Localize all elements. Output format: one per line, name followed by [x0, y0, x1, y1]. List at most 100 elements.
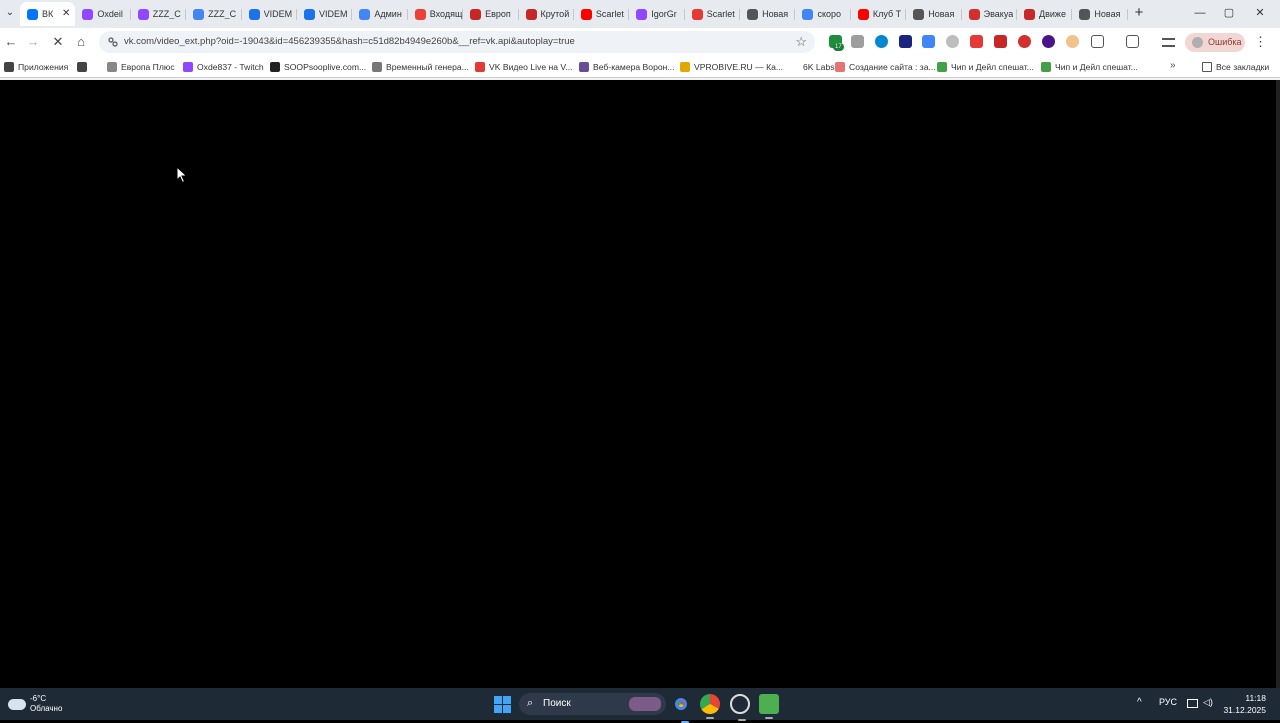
address-bar[interactable]: vk.com/video_ext.php?oid=-19043&id=45623… — [99, 31, 815, 53]
mail-icon — [372, 62, 382, 72]
cloud-icon — [8, 698, 26, 710]
tab-title: Админ — [374, 9, 402, 19]
bookmark-item[interactable]: Oxde837 - Twitch — [183, 60, 264, 74]
apps-icon — [4, 62, 14, 72]
vk-video-icon — [691, 8, 703, 20]
scrollbar[interactable] — [1276, 80, 1280, 688]
bookmark-item[interactable]: Веб-камера Ворон... — [579, 60, 675, 74]
bookmark-item[interactable]: SOOPsooplive.com... — [270, 60, 366, 74]
gmail-icon — [414, 8, 426, 20]
all-bookmarks-folder[interactable]: Все закладки — [1202, 60, 1269, 74]
tab[interactable]: Новая — [1072, 2, 1128, 26]
media-controls-icon[interactable] — [1162, 38, 1175, 47]
bookmark-item[interactable]: Временный генера... — [372, 60, 469, 74]
tab[interactable]: ВК ✕ — [20, 2, 76, 26]
windows-taskbar: -6°C Облачно ⌕ Поиск ^ РУС ◁) 11:18 31.1… — [0, 688, 1280, 723]
tab[interactable]: Европ — [463, 2, 519, 26]
bookmark-item[interactable]: Создание сайта : за... — [835, 60, 936, 74]
screenshot-icon[interactable] — [1126, 35, 1139, 48]
tab[interactable]: VIDEM — [297, 2, 353, 26]
tab-title: IgorGr — [651, 9, 677, 19]
home-button[interactable]: ⌂ — [72, 33, 90, 51]
obs-taskbar-icon[interactable] — [730, 694, 750, 721]
tray-overflow-icon[interactable]: ^ — [1137, 697, 1142, 708]
tab[interactable]: Новая — [740, 2, 796, 26]
site-icon — [835, 62, 845, 72]
chrome-taskbar-icon[interactable] — [671, 694, 691, 723]
tab[interactable]: ZZZ_C — [186, 2, 242, 26]
google-icon — [359, 8, 371, 20]
extension-icon[interactable] — [899, 35, 912, 48]
back-button[interactable]: ← — [2, 33, 20, 51]
tab[interactable]: Крутой — [519, 2, 574, 26]
tab-search-button[interactable]: ⌄ — [2, 5, 18, 21]
browser-menu-button[interactable]: ⋮ — [1254, 33, 1267, 51]
tab[interactable]: Движе — [1017, 2, 1073, 26]
chrome-taskbar-icon[interactable] — [700, 694, 720, 719]
close-tab-icon[interactable]: ✕ — [62, 8, 70, 19]
extension-icon[interactable] — [946, 35, 959, 48]
bookmark-label: VPROBIVE.RU — Ка... — [694, 62, 784, 72]
tab[interactable]: Клуб Т — [851, 2, 907, 26]
globe-icon — [1079, 8, 1091, 20]
bookmark-item[interactable] — [77, 60, 91, 74]
tab[interactable]: VIDEM — [242, 2, 297, 26]
grid-icon — [77, 62, 87, 72]
bookmark-item[interactable]: 6K Labs — [789, 60, 835, 74]
profile-error-button[interactable]: Ошибка — [1185, 33, 1245, 52]
extension-icon[interactable] — [875, 35, 888, 48]
tab-title: Новая — [1094, 9, 1121, 19]
extension-icon[interactable] — [970, 35, 983, 48]
search-highlight-image — [629, 697, 661, 711]
extension-icon[interactable] — [1042, 35, 1055, 48]
tab-title: скоро — [817, 9, 842, 19]
tab-title: Новая — [762, 9, 789, 19]
extensions-puzzle-icon[interactable] — [1091, 35, 1104, 48]
tab[interactable]: Scarlet — [574, 2, 630, 26]
pdf-extension-icon[interactable] — [994, 35, 1007, 48]
translate-icon[interactable] — [922, 35, 935, 48]
close-window-button[interactable]: ✕ — [1245, 4, 1275, 22]
volume-icon[interactable]: ◁) — [1203, 697, 1213, 708]
bookmark-label: Приложения — [18, 62, 69, 72]
site-info-icon[interactable] — [107, 36, 119, 48]
network-icon[interactable] — [1187, 699, 1198, 708]
bookmarks-overflow-button[interactable]: » — [1170, 60, 1176, 71]
weather-widget[interactable]: -6°C Облачно — [8, 692, 62, 716]
check-icon — [1041, 62, 1051, 72]
taskbar-search[interactable]: ⌕ Поиск — [519, 693, 666, 715]
system-clock[interactable]: 11:18 31.12.2025 — [1222, 692, 1266, 716]
stop-loading-button[interactable]: ✕ — [49, 33, 67, 51]
tab[interactable]: Входящ — [408, 2, 464, 26]
tab[interactable]: Админ — [352, 2, 408, 26]
bookmark-label: Европа Плюс — [121, 62, 175, 72]
extension-icon[interactable] — [1018, 35, 1031, 48]
bookmark-item[interactable]: VK Видео Live на V... — [475, 60, 573, 74]
tab[interactable]: ZZZ_C — [131, 2, 187, 26]
bookmark-item[interactable]: Чип и Дейл спешат... — [1041, 60, 1138, 74]
url-text[interactable]: vk.com/video_ext.php?oid=-19043&id=45623… — [124, 36, 575, 47]
tab[interactable]: Oxdeil — [75, 2, 131, 26]
bookmark-item[interactable]: VPROBIVE.RU — Ка... — [680, 60, 783, 74]
bookmark-item[interactable]: Европа Плюс — [107, 60, 175, 74]
tab[interactable]: IgorGr — [629, 2, 685, 26]
tab[interactable]: Новая — [906, 2, 962, 26]
tab[interactable]: Scarlet — [685, 2, 741, 26]
forward-button[interactable]: → — [24, 33, 42, 51]
maximize-button[interactable]: ▢ — [1214, 4, 1244, 22]
bookmark-item[interactable]: Приложения — [4, 60, 68, 74]
language-indicator[interactable]: РУС — [1159, 697, 1177, 707]
tab-title: Scarlet — [706, 9, 735, 19]
extension-icon[interactable] — [851, 35, 864, 48]
minecraft-taskbar-icon[interactable] — [759, 694, 779, 719]
bookmark-item[interactable]: Чип и Дейл спешат... — [937, 60, 1034, 74]
new-tab-button[interactable]: + — [1131, 5, 1147, 21]
extension-icon[interactable] — [1066, 35, 1079, 48]
bookmark-star-icon[interactable]: ☆ — [795, 34, 807, 50]
tab[interactable]: скоро — [795, 2, 851, 26]
tab-title: Клуб Т — [872, 9, 902, 19]
minimize-button[interactable]: — — [1185, 4, 1215, 22]
tab[interactable]: Эвакуа — [962, 2, 1018, 26]
windows-start-icon[interactable] — [494, 696, 511, 713]
video-player-area[interactable] — [0, 80, 1276, 688]
